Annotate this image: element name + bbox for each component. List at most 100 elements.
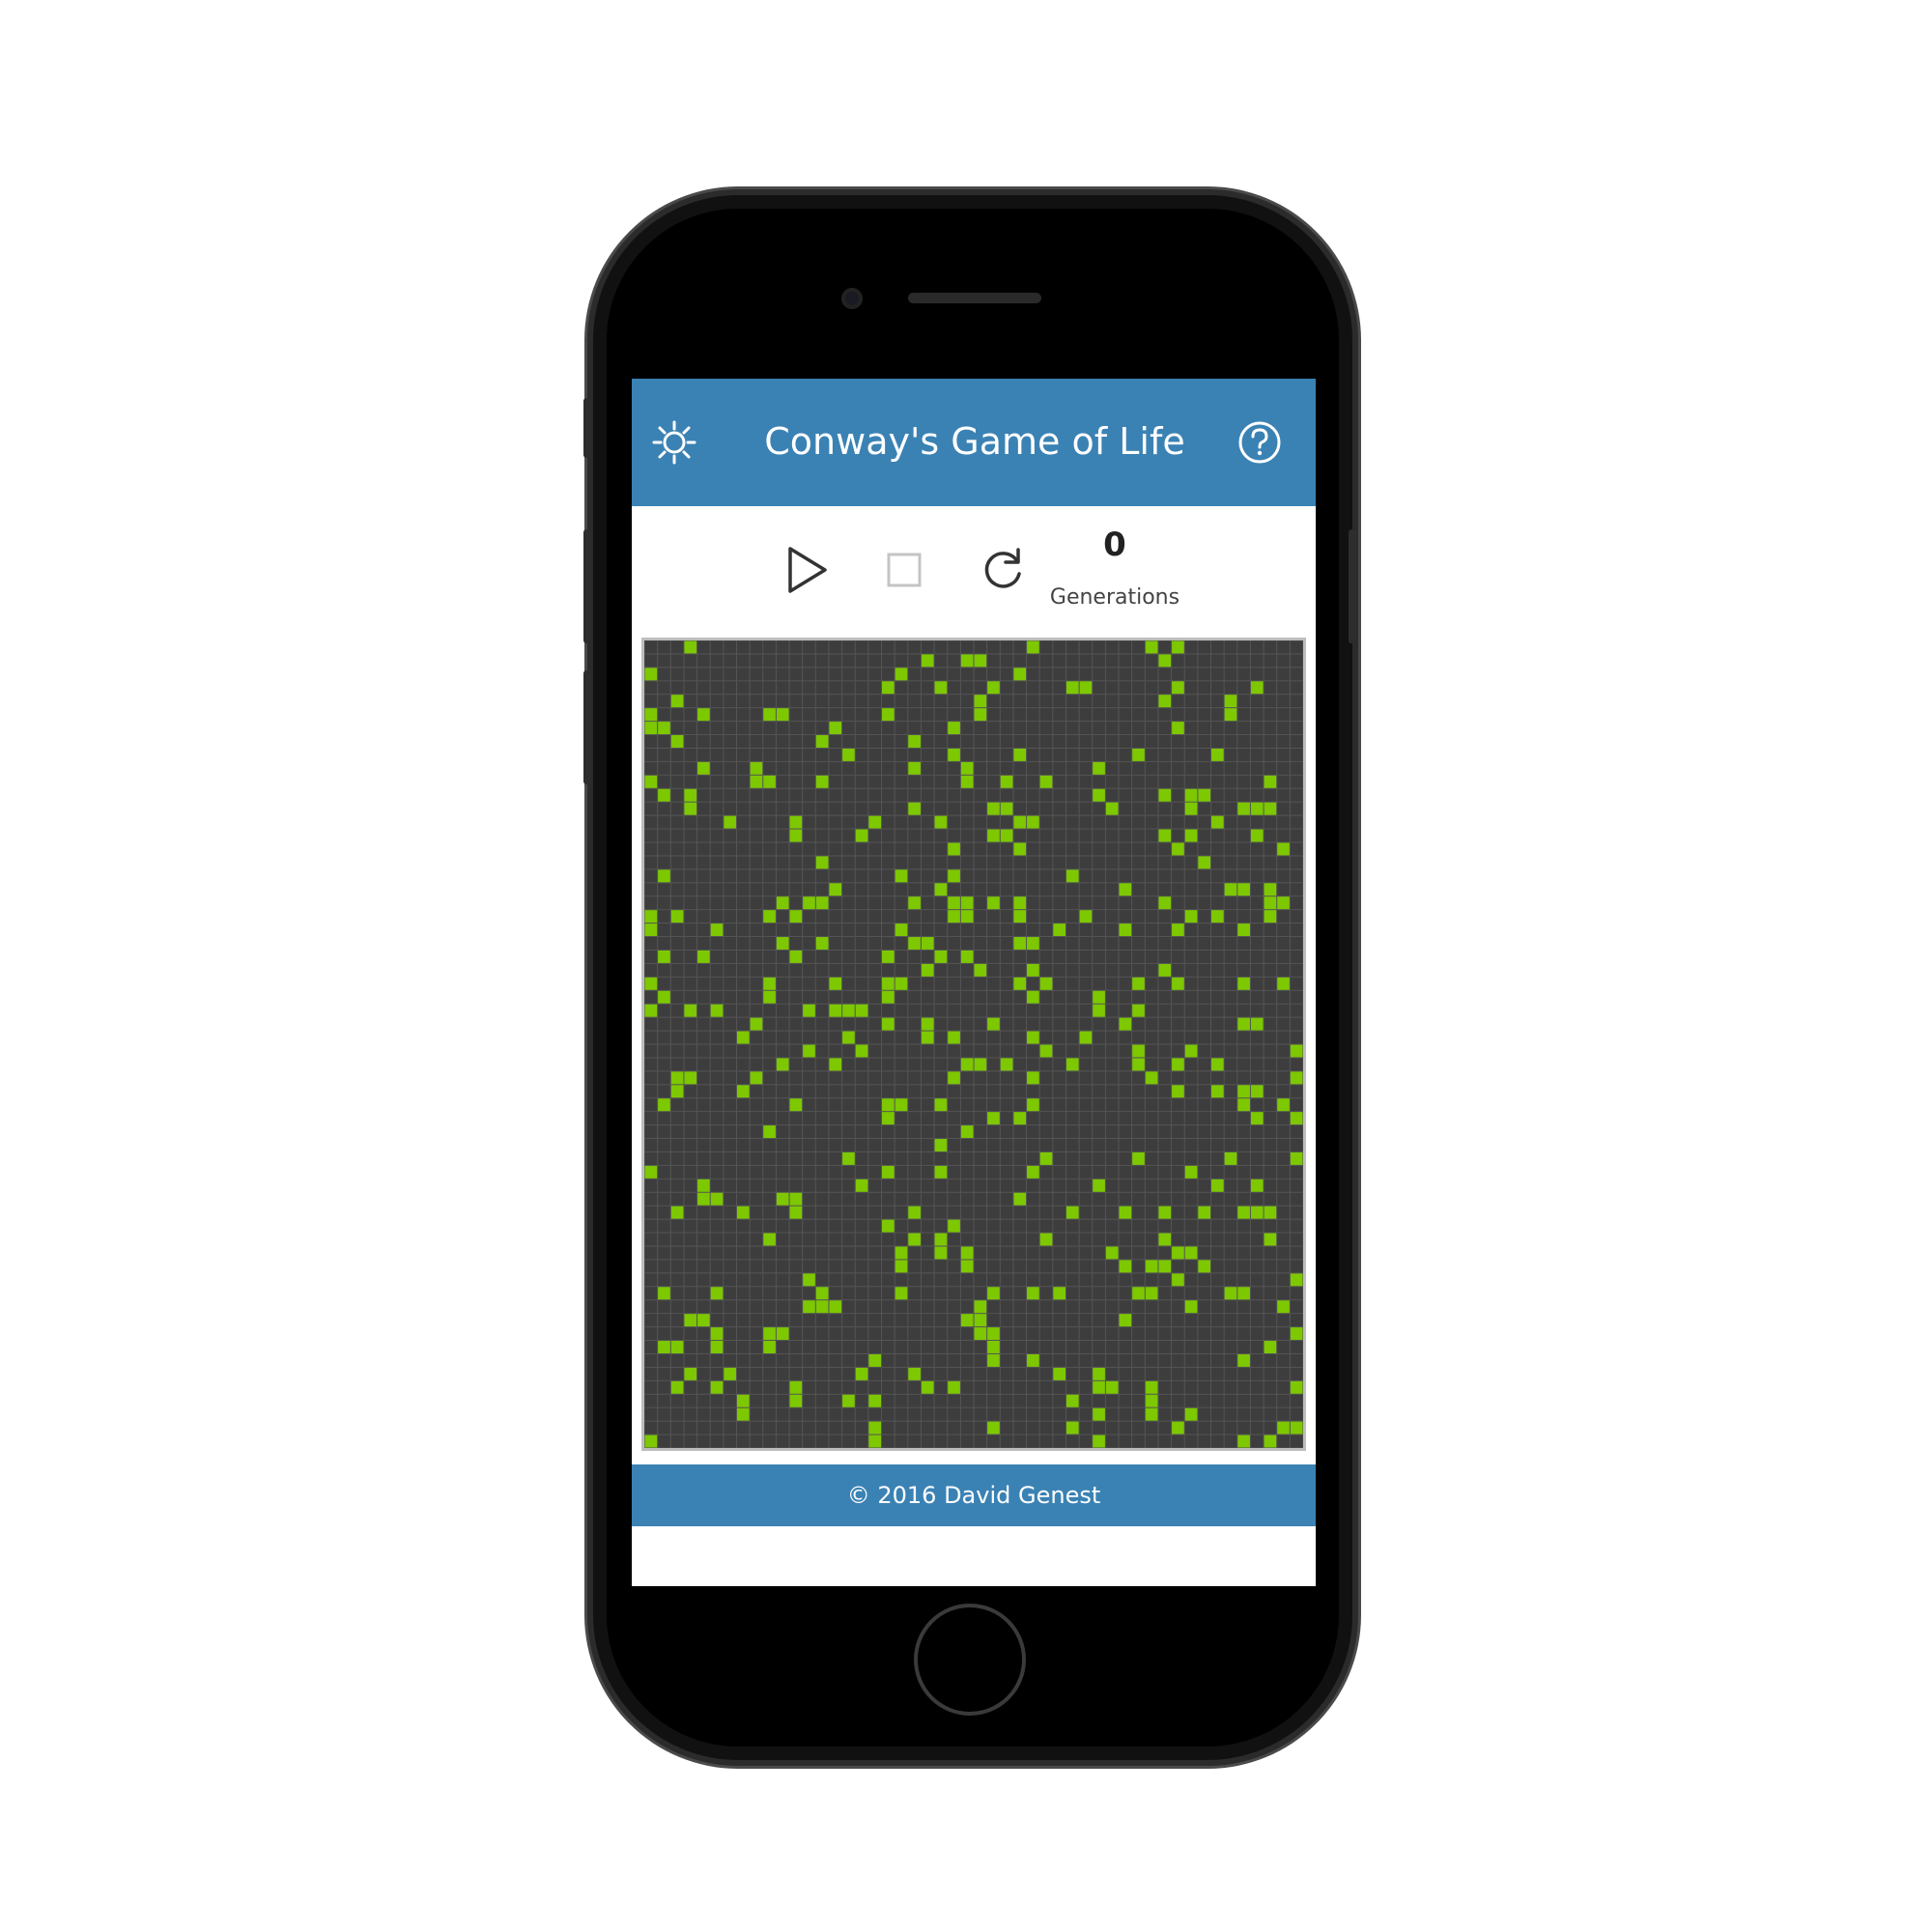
dead-cell[interactable] xyxy=(1237,1071,1250,1085)
live-cell[interactable] xyxy=(960,950,974,963)
dead-cell[interactable] xyxy=(1027,1327,1039,1341)
dead-cell[interactable] xyxy=(1039,1380,1053,1394)
dead-cell[interactable] xyxy=(921,1421,934,1435)
live-cell[interactable] xyxy=(1132,1044,1145,1058)
dead-cell[interactable] xyxy=(1027,668,1039,681)
dead-cell[interactable] xyxy=(1277,883,1290,896)
dead-cell[interactable] xyxy=(697,896,710,910)
dead-cell[interactable] xyxy=(710,842,724,856)
dead-cell[interactable] xyxy=(882,668,895,681)
dead-cell[interactable] xyxy=(1172,802,1184,815)
dead-cell[interactable] xyxy=(1145,1435,1158,1448)
dead-cell[interactable] xyxy=(710,1421,724,1435)
dead-cell[interactable] xyxy=(1132,1031,1145,1044)
live-cell[interactable] xyxy=(908,1233,921,1246)
dead-cell[interactable] xyxy=(670,1151,684,1165)
dead-cell[interactable] xyxy=(776,1233,789,1246)
dead-cell[interactable] xyxy=(1290,815,1303,829)
dead-cell[interactable] xyxy=(908,1125,921,1139)
dead-cell[interactable] xyxy=(1000,748,1013,761)
dead-cell[interactable] xyxy=(1264,708,1277,722)
live-cell[interactable] xyxy=(736,1085,750,1098)
dead-cell[interactable] xyxy=(934,735,948,748)
dead-cell[interactable] xyxy=(724,1287,736,1300)
dead-cell[interactable] xyxy=(948,1273,960,1287)
dead-cell[interactable] xyxy=(644,1394,658,1407)
dead-cell[interactable] xyxy=(974,950,987,963)
dead-cell[interactable] xyxy=(895,1165,908,1179)
dead-cell[interactable] xyxy=(776,1085,789,1098)
dead-cell[interactable] xyxy=(974,1219,987,1233)
dead-cell[interactable] xyxy=(724,883,736,896)
dead-cell[interactable] xyxy=(684,1151,697,1165)
dead-cell[interactable] xyxy=(670,1139,684,1151)
dead-cell[interactable] xyxy=(1000,963,1013,977)
dead-cell[interactable] xyxy=(1027,1206,1039,1219)
dead-cell[interactable] xyxy=(724,1139,736,1151)
dead-cell[interactable] xyxy=(948,654,960,668)
dead-cell[interactable] xyxy=(1184,1260,1198,1273)
dead-cell[interactable] xyxy=(1079,1367,1093,1380)
dead-cell[interactable] xyxy=(974,735,987,748)
dead-cell[interactable] xyxy=(842,1327,855,1341)
dead-cell[interactable] xyxy=(882,1031,895,1044)
dead-cell[interactable] xyxy=(934,1341,948,1353)
dead-cell[interactable] xyxy=(1013,735,1027,748)
dead-cell[interactable] xyxy=(1093,842,1105,856)
dead-cell[interactable] xyxy=(895,963,908,977)
dead-cell[interactable] xyxy=(1250,1380,1264,1394)
dead-cell[interactable] xyxy=(1145,1017,1158,1031)
dead-cell[interactable] xyxy=(1172,1287,1184,1300)
live-cell[interactable] xyxy=(763,990,776,1004)
dead-cell[interactable] xyxy=(724,735,736,748)
live-cell[interactable] xyxy=(1250,681,1264,695)
dead-cell[interactable] xyxy=(1290,1233,1303,1246)
dead-cell[interactable] xyxy=(1132,1139,1145,1151)
dead-cell[interactable] xyxy=(1250,735,1264,748)
dead-cell[interactable] xyxy=(736,681,750,695)
dead-cell[interactable] xyxy=(908,1031,921,1044)
dead-cell[interactable] xyxy=(815,1151,829,1165)
live-cell[interactable] xyxy=(763,1125,776,1139)
dead-cell[interactable] xyxy=(724,1151,736,1165)
dead-cell[interactable] xyxy=(868,1139,882,1151)
dead-cell[interactable] xyxy=(658,1071,670,1085)
live-cell[interactable] xyxy=(842,748,855,761)
dead-cell[interactable] xyxy=(855,1219,868,1233)
live-cell[interactable] xyxy=(1013,668,1027,681)
dead-cell[interactable] xyxy=(1250,708,1264,722)
dead-cell[interactable] xyxy=(1053,1179,1065,1192)
dead-cell[interactable] xyxy=(1224,1273,1237,1287)
live-cell[interactable] xyxy=(789,1192,803,1206)
dead-cell[interactable] xyxy=(763,1058,776,1071)
dead-cell[interactable] xyxy=(815,1246,829,1260)
dead-cell[interactable] xyxy=(855,1058,868,1071)
live-cell[interactable] xyxy=(644,923,658,937)
live-cell[interactable] xyxy=(1237,1435,1250,1448)
dead-cell[interactable] xyxy=(1224,1192,1237,1206)
dead-cell[interactable] xyxy=(882,788,895,802)
live-cell[interactable] xyxy=(1290,1327,1303,1341)
dead-cell[interactable] xyxy=(960,990,974,1004)
dead-cell[interactable] xyxy=(1224,829,1237,842)
dead-cell[interactable] xyxy=(710,1017,724,1031)
dead-cell[interactable] xyxy=(776,1017,789,1031)
dead-cell[interactable] xyxy=(948,1058,960,1071)
dead-cell[interactable] xyxy=(960,1394,974,1407)
dead-cell[interactable] xyxy=(1250,1260,1264,1273)
dead-cell[interactable] xyxy=(1000,1192,1013,1206)
dead-cell[interactable] xyxy=(1065,1407,1079,1421)
live-cell[interactable] xyxy=(658,722,670,735)
dead-cell[interactable] xyxy=(1093,802,1105,815)
dead-cell[interactable] xyxy=(815,1327,829,1341)
dead-cell[interactable] xyxy=(684,910,697,923)
dead-cell[interactable] xyxy=(697,869,710,883)
dead-cell[interactable] xyxy=(724,681,736,695)
dead-cell[interactable] xyxy=(736,1179,750,1192)
dead-cell[interactable] xyxy=(974,842,987,856)
dead-cell[interactable] xyxy=(1224,1179,1237,1192)
dead-cell[interactable] xyxy=(882,1071,895,1085)
dead-cell[interactable] xyxy=(1250,1341,1264,1353)
dead-cell[interactable] xyxy=(1132,1407,1145,1421)
dead-cell[interactable] xyxy=(1237,869,1250,883)
